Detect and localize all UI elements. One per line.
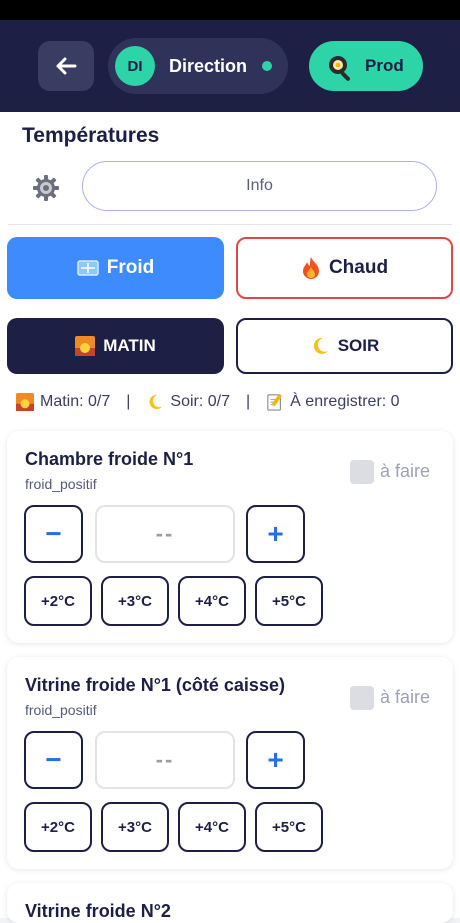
moon-icon: [313, 337, 328, 354]
counter-soir: Soir: 0/7: [146, 393, 230, 411]
separator: |: [126, 393, 131, 410]
page-title: Températures: [22, 124, 160, 147]
sunrise-icon: [75, 336, 96, 356]
counter-to-save-text: À enregistrer: 0: [290, 393, 400, 410]
equipment-name: Vitrine froide N°1 (côté caisse): [25, 675, 285, 695]
counter-matin-text: Matin: 0/7: [40, 393, 111, 410]
online-status-dot: [262, 61, 272, 71]
separator: |: [246, 393, 251, 410]
sunrise-icon: [16, 393, 34, 411]
increment-button[interactable]: +: [246, 505, 305, 563]
decrement-button[interactable]: −: [24, 505, 83, 563]
preset-button[interactable]: +4°C: [178, 576, 246, 626]
counter-soir-text: Soir: 0/7: [170, 393, 231, 410]
moon-icon: [149, 394, 163, 410]
tab-froid[interactable]: Froid: [7, 237, 224, 299]
equipment-type: froid_positif: [25, 702, 97, 718]
preset-button[interactable]: +2°C: [24, 802, 92, 852]
prod-button[interactable]: Prod: [309, 41, 423, 91]
gear-icon[interactable]: [33, 175, 59, 201]
preset-button[interactable]: +3°C: [101, 576, 169, 626]
back-button[interactable]: [38, 41, 94, 91]
user-switcher[interactable]: DI Direction: [108, 38, 288, 94]
tab-froid-label: Froid: [106, 257, 155, 278]
preset-button[interactable]: +2°C: [24, 576, 92, 626]
todo-checkbox[interactable]: [350, 460, 374, 484]
preset-button[interactable]: +5°C: [255, 802, 323, 852]
preset-button[interactable]: +4°C: [178, 802, 246, 852]
tab-soir-label: SOIR: [337, 336, 380, 355]
fire-icon: [302, 257, 319, 279]
todo-label: à faire: [380, 687, 431, 707]
frying-pan-icon: [329, 56, 350, 81]
prod-label: Prod: [365, 56, 404, 75]
todo-checkbox[interactable]: [350, 686, 374, 710]
temperature-input[interactable]: --: [95, 505, 235, 563]
equipment-card: Vitrine froide N°1 (côté caisse) froid_p…: [7, 657, 453, 869]
equipment-card: Chambre froide N°1 froid_positif à faire…: [7, 431, 453, 643]
divider: [8, 224, 452, 225]
equipment-name: Vitrine froide N°2: [25, 901, 171, 921]
thermometer-cold-icon: [77, 260, 99, 276]
memo-icon: [267, 394, 282, 411]
counter-to-save: À enregistrer: 0: [266, 393, 400, 411]
temperature-input[interactable]: --: [95, 731, 235, 789]
app-header: DI Direction Prod: [0, 20, 460, 112]
arrow-left-icon: [56, 57, 77, 75]
temperatures-panel: Températures Info Froid Chaud MATIN SOIR…: [0, 112, 460, 923]
preset-button[interactable]: +5°C: [255, 576, 323, 626]
avatar: DI: [115, 46, 155, 86]
tab-chaud-label: Chaud: [328, 257, 389, 278]
increment-button[interactable]: +: [246, 731, 305, 789]
tab-soir[interactable]: SOIR: [236, 318, 453, 374]
equipment-type: froid_positif: [25, 476, 97, 492]
progress-counters: Matin: 0/7 | Soir: 0/7 | À enregistrer: …: [16, 393, 456, 411]
tab-chaud[interactable]: Chaud: [236, 237, 453, 299]
info-button[interactable]: Info: [82, 161, 437, 211]
todo-label: à faire: [380, 461, 431, 481]
equipment-name: Chambre froide N°1: [25, 449, 194, 469]
preset-button[interactable]: +3°C: [101, 802, 169, 852]
equipment-card: Vitrine froide N°2: [7, 883, 453, 923]
tab-matin-label: MATIN: [103, 336, 156, 355]
decrement-button[interactable]: −: [24, 731, 83, 789]
status-bar: [0, 0, 460, 20]
user-name: Direction: [169, 56, 248, 76]
tab-matin[interactable]: MATIN: [7, 318, 224, 374]
counter-matin: Matin: 0/7: [16, 393, 110, 411]
